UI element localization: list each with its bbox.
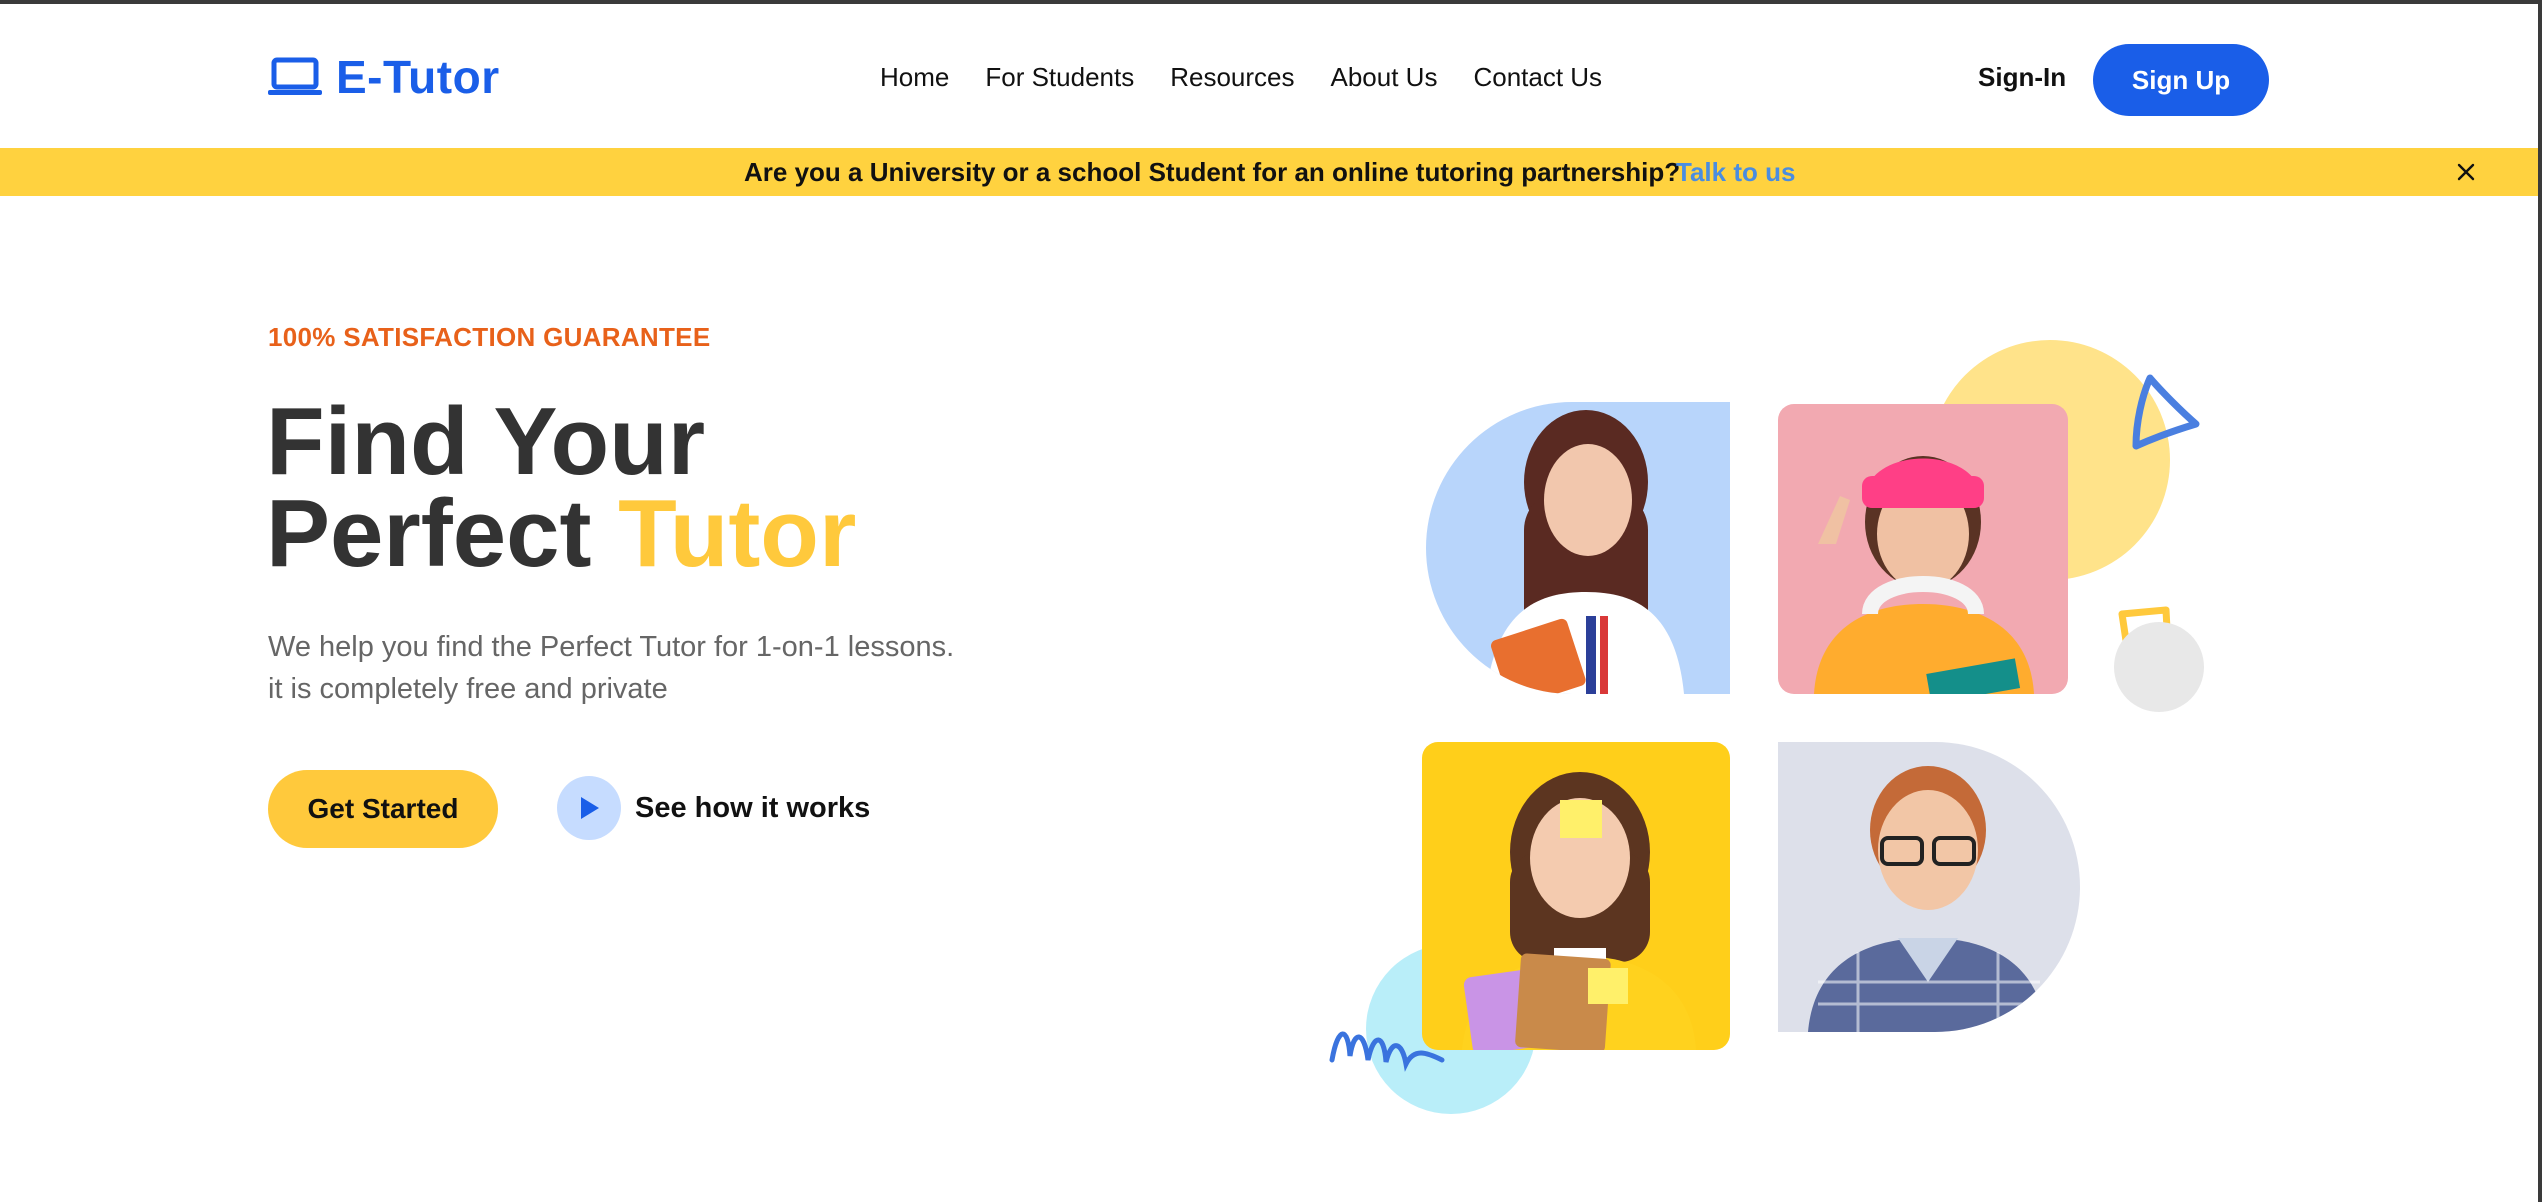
hero-title-line2-prefix: Perfect	[266, 480, 619, 587]
nav-for-students[interactable]: For Students	[985, 62, 1134, 93]
student-photo-3	[1422, 742, 1730, 1050]
hero-description-line2: it is completely free and private	[268, 673, 668, 705]
hero-description-line1: We help you find the Perfect Tutor for 1…	[268, 631, 955, 663]
nav-contact-us[interactable]: Contact Us	[1473, 62, 1602, 93]
get-started-button[interactable]: Get Started	[268, 770, 498, 848]
triangle-doodle-icon	[2122, 372, 2204, 463]
tutor-photo-collage	[1310, 324, 2230, 1124]
sign-in-link[interactable]: Sign-In	[1978, 62, 2066, 93]
talk-to-us-link[interactable]: Talk to us	[1676, 157, 1795, 188]
student-photo-4	[1778, 742, 2080, 1032]
student-photo-2	[1778, 404, 2068, 694]
hero-title-accent: Tutor	[618, 480, 857, 587]
student-photo-1	[1426, 402, 1730, 694]
nav-home[interactable]: Home	[880, 62, 949, 93]
main-nav: Home For Students Resources About Us Con…	[880, 62, 1602, 93]
partnership-banner: Are you a University or a school Student…	[0, 148, 2538, 196]
hero-title: Find Your Perfect Tutor	[266, 394, 856, 582]
laptop-icon	[268, 57, 322, 97]
logo[interactable]: E-Tutor	[268, 50, 500, 104]
hero-description: We help you find the Perfect Tutor for 1…	[268, 626, 1028, 710]
play-icon	[557, 776, 621, 840]
sign-up-button[interactable]: Sign Up	[2093, 44, 2269, 116]
satisfaction-eyebrow: 100% SATISFACTION GUARANTEE	[268, 322, 711, 352]
page: E-Tutor Home For Students Resources Abou…	[0, 0, 2542, 1202]
nav-about-us[interactable]: About Us	[1331, 62, 1438, 93]
close-icon[interactable]	[2452, 158, 2480, 186]
site-header: E-Tutor Home For Students Resources Abou…	[0, 4, 2538, 148]
hero-title-line1: Find Your	[266, 388, 706, 495]
banner-message: Are you a University or a school Student…	[744, 157, 1681, 187]
see-how-it-works-button[interactable]: See how it works	[557, 776, 870, 840]
see-how-it-works-label: See how it works	[635, 791, 871, 824]
nav-resources[interactable]: Resources	[1170, 62, 1294, 93]
grey-circle-decoration	[2114, 622, 2204, 712]
brand-name: E-Tutor	[336, 51, 500, 103]
